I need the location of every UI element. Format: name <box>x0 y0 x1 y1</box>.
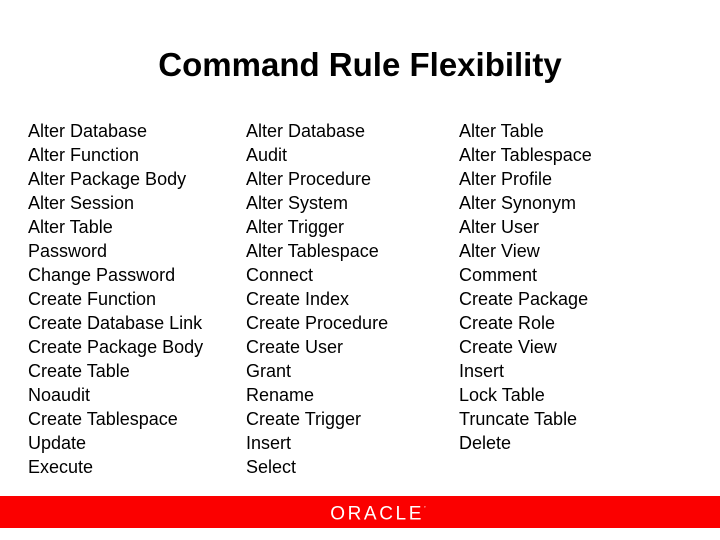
list-item: Update <box>28 433 87 453</box>
list-item: Comment <box>459 265 538 285</box>
list-item: Truncate Table <box>459 409 578 429</box>
command-column-2: Alter Database Audit Alter Procedure Alt… <box>246 119 451 479</box>
list-item: Connect <box>246 265 314 285</box>
list-item: Rename <box>246 385 315 405</box>
list-item: Create Package Body <box>28 337 204 357</box>
list-item: Create User <box>246 337 344 357</box>
list-item: Alter Table <box>28 217 113 237</box>
list-item: Alter Database <box>28 121 148 141</box>
list-item: Create View <box>459 337 557 357</box>
list-item: Create Database Link <box>28 313 203 333</box>
list-item: Change Password <box>28 265 176 285</box>
list-item: Create Package <box>459 289 589 309</box>
list-item: Create Procedure <box>246 313 389 333</box>
list-item: Grant <box>246 361 292 381</box>
list-item: Audit <box>246 145 288 165</box>
list-item: Alter Profile <box>459 169 553 189</box>
list-item: Create Index <box>246 289 350 309</box>
oracle-logo: ORACLE’ <box>0 496 720 528</box>
list-item: Alter Procedure <box>246 169 372 189</box>
list-item: Create Role <box>459 313 556 333</box>
command-column-1: Alter Database Alter Function Alter Pack… <box>28 119 238 479</box>
list-item: Alter Table <box>459 121 544 141</box>
list-item: Alter Database <box>246 121 366 141</box>
command-list-container: Alter Database Alter Function Alter Pack… <box>0 119 720 489</box>
oracle-wordmark-text: ORACLE’ <box>330 500 426 525</box>
list-item: Alter System <box>246 193 349 213</box>
slide-canvas: Command Rule Flexibility Alter Database … <box>0 0 720 540</box>
list-item: Alter Session <box>28 193 135 213</box>
list-item: Create Table <box>28 361 130 381</box>
trademark-icon: ’ <box>423 505 426 515</box>
oracle-brand-label: ORACLE <box>330 503 424 525</box>
list-item: Create Function <box>28 289 157 309</box>
command-column-3: Alter Table Alter Tablespace Alter Profi… <box>459 119 699 455</box>
list-item: Alter Tablespace <box>459 145 592 165</box>
list-item: Alter Trigger <box>246 217 345 237</box>
list-item: Insert <box>246 433 292 453</box>
list-item: Alter Function <box>28 145 140 165</box>
list-item: Password <box>28 241 108 261</box>
page-title: Command Rule Flexibility <box>158 46 562 83</box>
list-item: Insert <box>459 361 505 381</box>
list-item: Noaudit <box>28 385 91 405</box>
list-item: Alter Package Body <box>28 169 187 189</box>
footer-brand-bar: ORACLE’ <box>0 496 720 528</box>
list-item: Lock Table <box>459 385 545 405</box>
list-item: Alter View <box>459 241 540 261</box>
list-item: Create Tablespace <box>28 409 178 429</box>
list-item: Execute <box>28 457 94 477</box>
list-item: Delete <box>459 433 512 453</box>
list-item: Alter Tablespace <box>246 241 379 261</box>
list-item: Alter Synonym <box>459 193 577 213</box>
list-item: Select <box>246 457 297 477</box>
list-item: Create Trigger <box>246 409 362 429</box>
list-item: Alter User <box>459 217 540 237</box>
